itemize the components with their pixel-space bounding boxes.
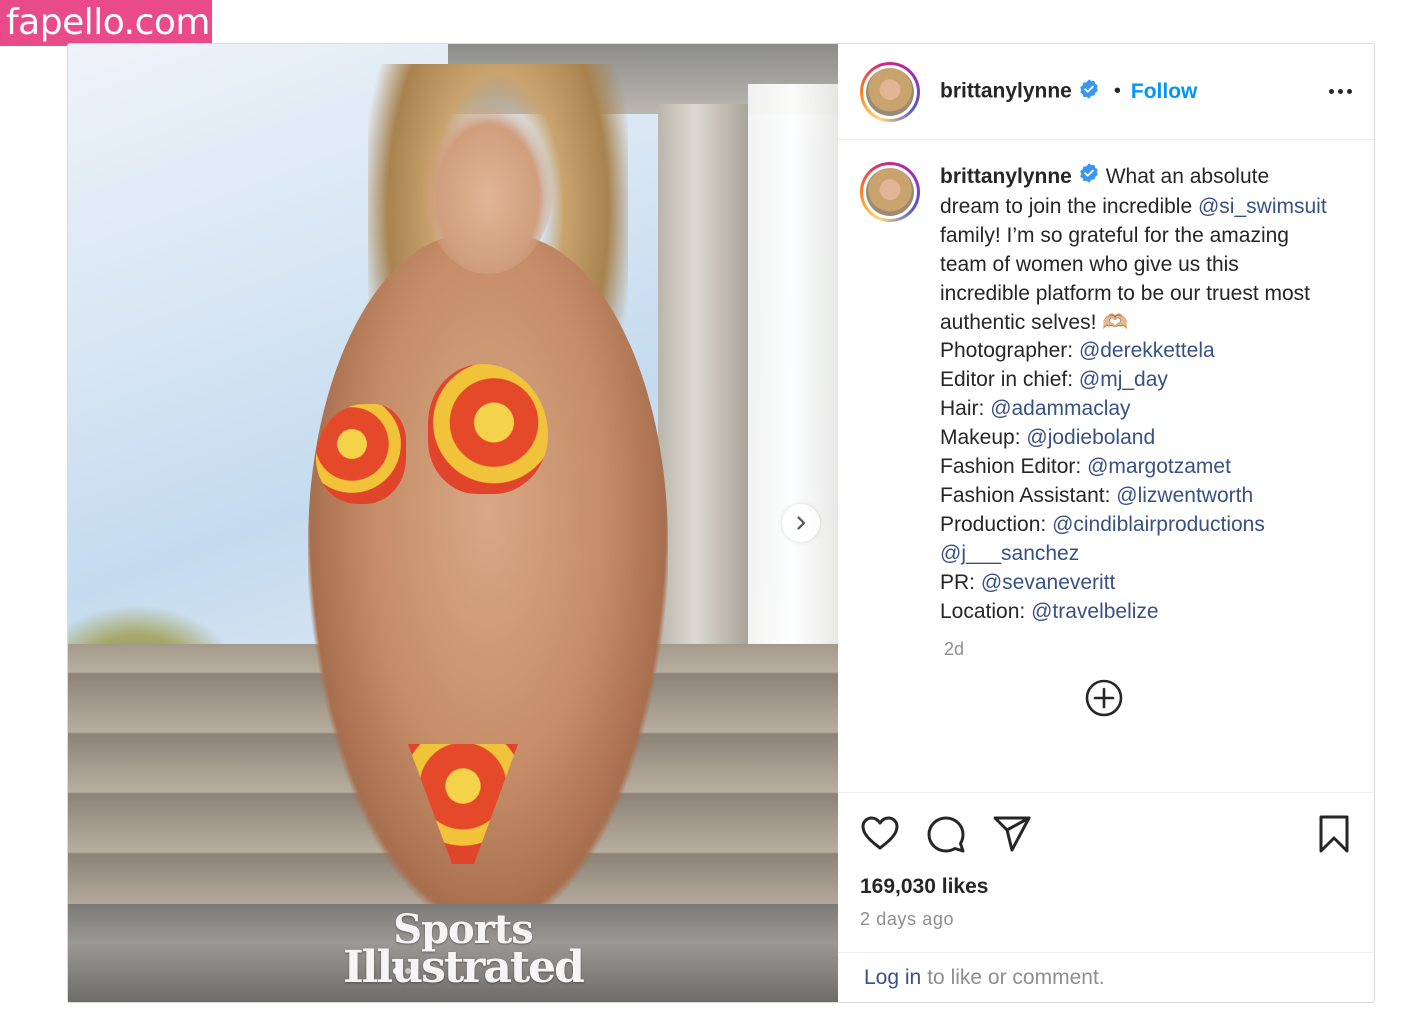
header-separator: • — [1113, 80, 1121, 102]
photo-figure-head — [423, 104, 553, 274]
credit-line: Fashion Assistant: @lizwentworth — [940, 482, 1330, 511]
credit-line: Location: @travelbelize — [940, 598, 1330, 627]
heart-icon — [861, 816, 899, 850]
post-card: Sports Illustrated brittanylynne • Follo… — [67, 43, 1375, 1003]
credit-label: Fashion Assistant: — [940, 483, 1117, 507]
credit-handle[interactable]: @margotzamet — [1087, 455, 1231, 478]
caption-mention[interactable]: @si_swimsuit — [1198, 195, 1327, 218]
credit-line: Editor in chief: @mj_day — [940, 366, 1330, 395]
more-options-button[interactable] — [1329, 89, 1352, 94]
header-username-text[interactable]: brittanylynne — [940, 79, 1072, 102]
caption-text: brittanylynne What an absolute dream to … — [940, 162, 1330, 627]
credit-handle[interactable]: @lizwentworth — [1116, 484, 1253, 507]
credit-line: Fashion Editor: @margotzamet — [940, 453, 1330, 482]
verified-badge-icon — [1078, 162, 1100, 193]
paper-plane-icon — [993, 816, 1031, 852]
carousel-next-button[interactable] — [782, 504, 820, 542]
credit-handle[interactable]: @adammaclay — [990, 397, 1130, 420]
credit-line: Makeup: @jodieboland — [940, 424, 1330, 453]
credit-label: Makeup: — [940, 426, 1027, 450]
caption-avatar[interactable] — [860, 162, 920, 222]
plus-circle-icon — [1085, 679, 1123, 717]
credit-label: Hair: — [940, 397, 991, 421]
post-header: brittanylynne • Follow — [838, 44, 1374, 140]
credit-handle[interactable]: @j___sanchez — [940, 542, 1079, 565]
share-button[interactable] — [992, 814, 1032, 854]
carousel-dots — [393, 968, 411, 974]
more-dot — [1347, 89, 1352, 94]
credit-label: Photographer: — [940, 339, 1079, 363]
credit-line: @j___sanchez — [940, 540, 1330, 569]
logo-line-2: Illustrated — [343, 942, 585, 993]
caption-row: brittanylynne What an absolute dream to … — [860, 162, 1352, 627]
credit-handle[interactable]: @cindiblairproductions — [1052, 513, 1265, 536]
carousel-dot — [405, 968, 411, 974]
more-dot — [1338, 89, 1343, 94]
action-bar — [860, 793, 1352, 875]
save-button[interactable] — [1316, 814, 1352, 854]
caption-username[interactable]: brittanylynne — [940, 165, 1072, 188]
credit-handle[interactable]: @derekkettela — [1079, 339, 1215, 362]
chevron-right-icon — [797, 516, 806, 530]
header-username[interactable]: brittanylynne — [940, 78, 1100, 106]
credits-list: Photographer: @derekkettela Editor in ch… — [940, 337, 1330, 626]
sports-illustrated-logo: Sports Illustrated — [323, 910, 603, 993]
credit-handle[interactable]: @mj_day — [1079, 368, 1168, 391]
credit-label: Fashion Editor: — [940, 455, 1088, 479]
caption-segment: family! I’m so grateful for the amazing … — [940, 223, 1311, 334]
credit-line: PR: @sevaneveritt — [940, 569, 1330, 598]
credit-label: Location: — [940, 599, 1032, 623]
credit-line: Photographer: @derekkettela — [940, 337, 1330, 366]
avatar-image — [866, 67, 914, 116]
login-prompt: Log in to like or comment. — [838, 952, 1374, 1002]
carousel-dot — [393, 968, 399, 974]
login-prompt-text: to like or comment. — [927, 965, 1105, 989]
credit-handle[interactable]: @sevaneveritt — [981, 571, 1116, 594]
like-button[interactable] — [860, 814, 900, 854]
bookmark-icon — [1319, 815, 1349, 853]
caption-age: 2d — [944, 638, 965, 659]
site-watermark: fapello.com — [0, 0, 212, 46]
likes-count[interactable]: 169,030 likes — [860, 875, 1352, 899]
caption-avatar-image — [866, 168, 914, 216]
load-more-comments-button[interactable] — [1084, 678, 1124, 718]
credit-label: PR: — [940, 570, 981, 594]
comments-area: brittanylynne What an absolute dream to … — [838, 140, 1374, 792]
credit-label: Editor in chief: — [940, 368, 1079, 392]
actions-area: 169,030 likes 2 days ago — [838, 792, 1374, 952]
login-link[interactable]: Log in — [864, 966, 921, 990]
credit-handle[interactable]: @travelbelize — [1031, 600, 1159, 623]
comment-bubble-icon — [927, 816, 965, 853]
credit-handle[interactable]: @jodieboland — [1026, 426, 1155, 449]
credit-line: Production: @cindiblairproductions — [940, 511, 1330, 540]
avatar[interactable] — [860, 61, 920, 122]
post-timestamp[interactable]: 2 days ago — [860, 909, 1352, 952]
credit-line: Hair: @adammaclay — [940, 395, 1330, 424]
credit-label: Production: — [940, 512, 1053, 536]
post-media[interactable]: Sports Illustrated — [68, 44, 838, 1002]
follow-button[interactable]: Follow — [1131, 80, 1198, 104]
caption-body: What an absolute dream to join the incre… — [940, 165, 1327, 334]
photo-swimsuit-top-left — [316, 404, 406, 504]
post-sidebar: brittanylynne • Follow brittanylynne Wha… — [838, 44, 1374, 1002]
comment-button[interactable] — [926, 814, 966, 854]
verified-badge-icon — [1078, 78, 1100, 106]
more-dot — [1329, 89, 1334, 94]
